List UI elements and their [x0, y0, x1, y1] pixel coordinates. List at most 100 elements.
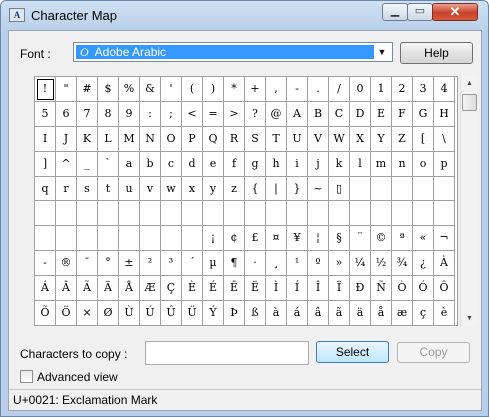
- character-cell[interactable]: X: [350, 126, 371, 152]
- character-cell[interactable]: ¡: [203, 226, 224, 252]
- character-cell[interactable]: §: [329, 226, 350, 252]
- character-cell[interactable]: t: [98, 176, 119, 202]
- character-cell[interactable]: j: [308, 151, 329, 177]
- character-cell[interactable]: [434, 201, 455, 227]
- character-cell[interactable]: =: [203, 101, 224, 127]
- character-cell[interactable]: y: [203, 176, 224, 202]
- character-cell[interactable]: 1: [371, 77, 392, 102]
- character-cell[interactable]: V: [308, 126, 329, 152]
- character-cell[interactable]: [119, 226, 140, 252]
- character-cell[interactable]: Ë: [245, 276, 266, 302]
- character-cell[interactable]: ": [56, 77, 77, 102]
- character-cell[interactable]: Æ: [140, 276, 161, 302]
- character-cell[interactable]: p: [434, 151, 455, 177]
- character-cell[interactable]: ¬: [434, 226, 455, 252]
- character-cell[interactable]: 3: [413, 77, 434, 102]
- character-cell[interactable]: n: [392, 151, 413, 177]
- character-cell[interactable]: Q: [203, 126, 224, 152]
- character-cell[interactable]: É: [203, 276, 224, 302]
- character-cell[interactable]: º: [308, 251, 329, 277]
- character-cell[interactable]: [224, 201, 245, 227]
- character-cell[interactable]: ▯: [329, 176, 350, 202]
- character-cell[interactable]: w: [161, 176, 182, 202]
- character-cell[interactable]: «: [413, 226, 434, 252]
- character-cell[interactable]: Ç: [161, 276, 182, 302]
- character-cell[interactable]: [413, 176, 434, 202]
- character-cell[interactable]: +: [245, 77, 266, 102]
- character-cell[interactable]: #: [77, 77, 98, 102]
- character-cell[interactable]: [56, 226, 77, 252]
- character-cell[interactable]: £: [245, 226, 266, 252]
- character-cell[interactable]: Ð: [350, 276, 371, 302]
- character-cell[interactable]: {: [245, 176, 266, 202]
- characters-to-copy-input[interactable]: [145, 341, 309, 365]
- character-cell[interactable]: c: [161, 151, 182, 177]
- character-cell[interactable]: [308, 201, 329, 227]
- character-cell[interactable]: D: [350, 101, 371, 127]
- scroll-up-icon[interactable]: ▲: [461, 76, 478, 91]
- help-button[interactable]: Help: [400, 42, 473, 64]
- character-cell[interactable]: 5: [35, 101, 56, 127]
- character-cell[interactable]: a: [119, 151, 140, 177]
- character-cell[interactable]: `: [98, 151, 119, 177]
- character-cell[interactable]: [392, 201, 413, 227]
- character-cell[interactable]: [287, 201, 308, 227]
- character-cell[interactable]: T: [266, 126, 287, 152]
- character-cell[interactable]: f: [224, 151, 245, 177]
- character-cell[interactable]: 2: [392, 77, 413, 102]
- character-cell[interactable]: Z: [392, 126, 413, 152]
- character-cell[interactable]: :: [140, 101, 161, 127]
- character-cell[interactable]: å: [371, 301, 392, 326]
- character-cell[interactable]: C: [329, 101, 350, 127]
- character-cell[interactable]: (: [182, 77, 203, 102]
- character-cell[interactable]: E: [371, 101, 392, 127]
- character-cell[interactable]: H: [434, 101, 455, 127]
- character-cell[interactable]: Þ: [224, 301, 245, 326]
- character-cell[interactable]: l: [350, 151, 371, 177]
- character-cell[interactable]: U: [287, 126, 308, 152]
- character-cell[interactable]: o: [413, 151, 434, 177]
- character-cell[interactable]: [77, 201, 98, 227]
- character-cell[interactable]: Ó: [413, 276, 434, 302]
- character-cell[interactable]: L: [98, 126, 119, 152]
- maximize-button[interactable]: ▭: [407, 3, 433, 21]
- character-cell[interactable]: m: [371, 151, 392, 177]
- character-cell[interactable]: z: [224, 176, 245, 202]
- character-cell[interactable]: ³: [161, 251, 182, 277]
- character-cell[interactable]: [161, 226, 182, 252]
- select-button[interactable]: Select: [316, 341, 389, 363]
- character-cell[interactable]: Í: [287, 276, 308, 302]
- character-cell[interactable]: r: [56, 176, 77, 202]
- character-cell[interactable]: ¯: [77, 251, 98, 277]
- character-cell[interactable]: ä: [350, 301, 371, 326]
- character-cell[interactable]: Ì: [266, 276, 287, 302]
- character-cell[interactable]: [371, 176, 392, 202]
- character-cell[interactable]: ¾: [392, 251, 413, 277]
- character-cell[interactable]: Å: [119, 276, 140, 302]
- character-cell[interactable]: [329, 201, 350, 227]
- character-cell[interactable]: Â: [56, 276, 77, 302]
- scroll-thumb[interactable]: [462, 94, 477, 111]
- character-cell[interactable]: W: [329, 126, 350, 152]
- character-cell[interactable]: J: [56, 126, 77, 152]
- character-cell[interactable]: [182, 201, 203, 227]
- character-cell[interactable]: s: [77, 176, 98, 202]
- character-cell[interactable]: ²: [140, 251, 161, 277]
- vertical-scrollbar[interactable]: ▲ ▼: [460, 76, 477, 326]
- character-cell[interactable]: <: [182, 101, 203, 127]
- character-cell[interactable]: ª: [392, 226, 413, 252]
- character-cell[interactable]: ¥: [287, 226, 308, 252]
- character-cell[interactable]: ß: [245, 301, 266, 326]
- character-cell[interactable]: Ô: [434, 276, 455, 302]
- character-cell[interactable]: .: [308, 77, 329, 102]
- character-cell[interactable]: ã: [329, 301, 350, 326]
- character-cell[interactable]: Ø: [98, 301, 119, 326]
- character-cell[interactable]: [413, 201, 434, 227]
- font-dropdown[interactable]: O Adobe Arabic ▼: [73, 42, 393, 62]
- character-cell[interactable]: [266, 201, 287, 227]
- character-cell[interactable]: [161, 201, 182, 227]
- character-cell[interactable]: ): [203, 77, 224, 102]
- character-cell[interactable]: _: [77, 151, 98, 177]
- character-cell[interactable]: Î: [308, 276, 329, 302]
- character-cell[interactable]: ¤: [266, 226, 287, 252]
